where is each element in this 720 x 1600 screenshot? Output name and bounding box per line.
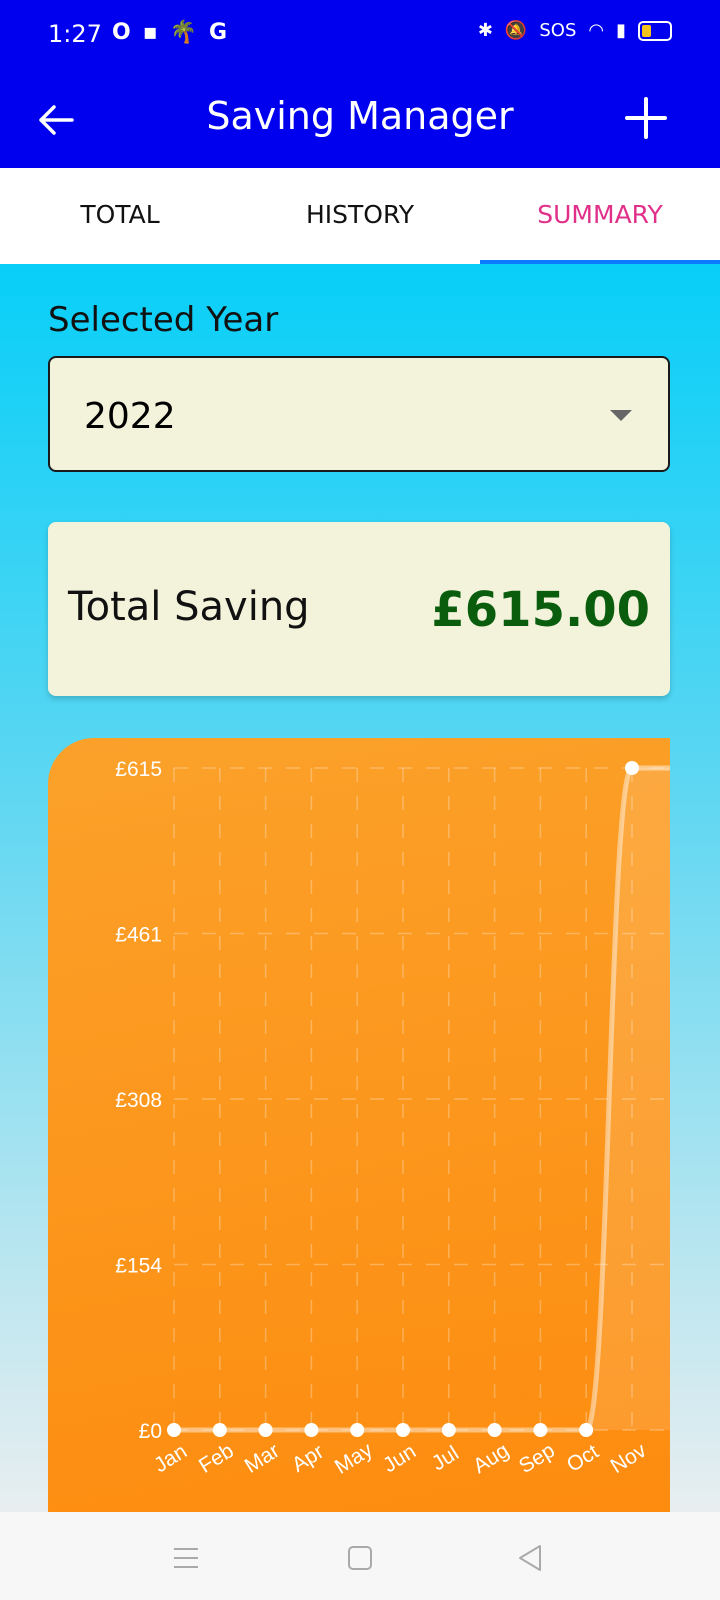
summary-content: Selected Year 2022 Total Saving £615.00 … [0, 264, 720, 1512]
data-point [167, 1423, 181, 1437]
google-icon: G [209, 20, 228, 45]
x-tick-label: Apr [288, 1440, 328, 1477]
data-point [487, 1423, 502, 1437]
battery-icon [638, 20, 672, 41]
x-tick-label: Aug [469, 1439, 513, 1478]
back-triangle-icon [519, 1545, 541, 1571]
bluetooth-icon: ✱ [477, 20, 493, 41]
back-nav-button[interactable] [512, 1540, 548, 1576]
home-button[interactable] [342, 1540, 378, 1576]
year-dropdown[interactable]: 2022 [48, 356, 670, 472]
tab-history[interactable]: HISTORY [240, 168, 480, 264]
page-title: Saving Manager [206, 94, 514, 138]
x-tick-label: Feb [195, 1439, 238, 1478]
data-point [533, 1423, 548, 1437]
total-saving-value: £615.00 [431, 582, 650, 638]
opera-icon: O [112, 20, 131, 45]
system-nav-bar [0, 1512, 720, 1600]
status-bar: 1:27 O ▪ 🌴 G ✱ 🔕 SOS ◠ ▮ [0, 0, 720, 72]
home-square-icon [348, 1546, 372, 1570]
battery-level [642, 24, 651, 37]
year-dropdown-value: 2022 [84, 396, 176, 437]
tab-bar: TOTAL HISTORY SUMMARY [0, 168, 720, 264]
data-point [304, 1423, 319, 1437]
menu-icon [174, 1548, 198, 1568]
chart-grid [173, 767, 670, 1431]
palm-tree-icon: 🌴 [169, 20, 198, 45]
add-button[interactable] [616, 88, 676, 148]
x-tick-label: May [331, 1438, 377, 1479]
y-tick-label: £0 [139, 1420, 162, 1443]
tab-total[interactable]: TOTAL [0, 168, 240, 264]
system-icons: ✱ 🔕 SOS ◠ ▮ [478, 20, 672, 41]
tab-summary[interactable]: SUMMARY [480, 168, 720, 264]
y-tick-label: £461 [115, 924, 162, 947]
data-point [212, 1423, 227, 1437]
y-tick-label: £308 [115, 1089, 162, 1112]
app-grid-icon: ▪ [142, 20, 158, 45]
data-point [441, 1423, 456, 1437]
x-tick-label: Mar [241, 1439, 284, 1478]
status-time: 1:27 [48, 20, 102, 48]
x-tick-label: Oct [563, 1440, 603, 1477]
x-tick-label: Jun [379, 1440, 420, 1477]
app-bar: Saving Manager [0, 72, 720, 168]
wifi-icon: ◠ [588, 20, 605, 41]
data-point [350, 1423, 365, 1437]
menu-button[interactable] [168, 1540, 204, 1576]
selected-year-label: Selected Year [48, 300, 279, 340]
x-tick-label: Jul [428, 1442, 463, 1476]
y-tick-label: £615 [115, 758, 162, 781]
notification-icons: O ▪ 🌴 G [112, 20, 227, 45]
x-tick-label: Jan [150, 1440, 191, 1477]
caret-down-icon [610, 410, 632, 421]
chart-svg: £615 £461 £308 £154 £0Jan Feb Mar Apr May Jun Jul A… [115, 758, 670, 1479]
y-tick-label: £154 [115, 1255, 162, 1278]
total-saving-card: Total Saving £615.00 [48, 522, 670, 696]
plus-icon [625, 97, 667, 139]
signal-icon: ▮ [616, 20, 626, 41]
x-tick-label: Nov [607, 1439, 651, 1479]
mute-icon: 🔕 [504, 20, 528, 41]
data-point [258, 1423, 273, 1437]
data-point [579, 1423, 594, 1437]
x-tick-label: Sep [515, 1439, 559, 1478]
data-point [396, 1423, 410, 1437]
data-point [625, 761, 639, 775]
total-saving-label: Total Saving [68, 584, 310, 630]
savings-line-chart: £615 £461 £308 £154 £0 Jan Feb Mar Apr May Jun Jul A… [48, 738, 670, 1512]
sos-label: SOS [539, 20, 577, 41]
